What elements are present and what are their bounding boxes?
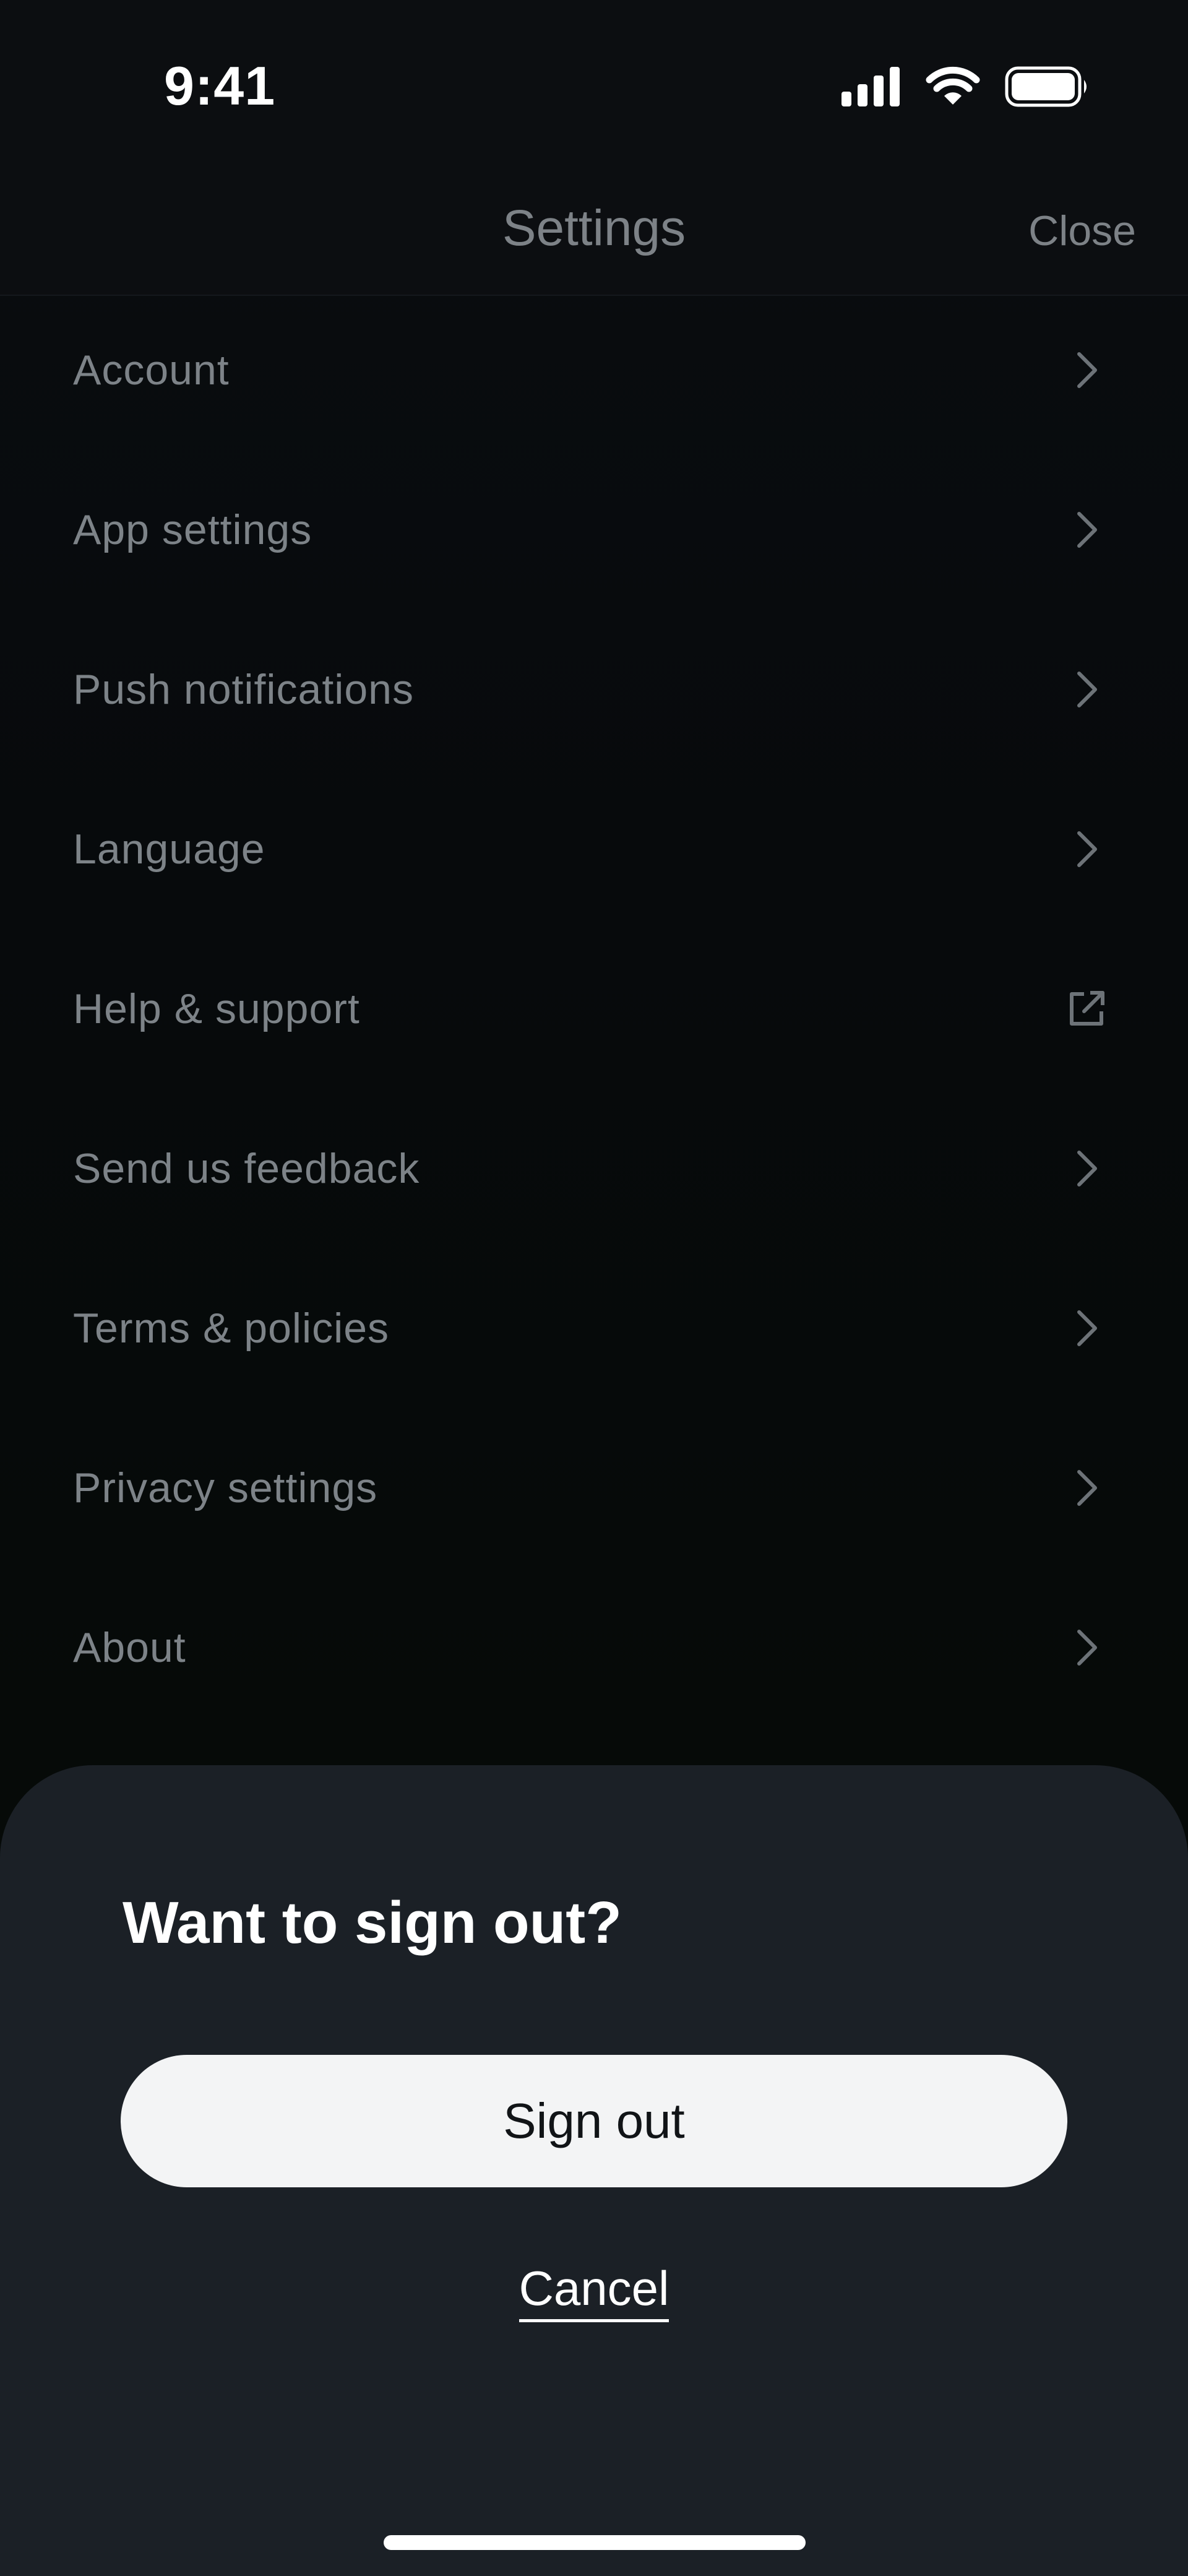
settings-item-push-notifications[interactable]: Push notifications [0,614,1188,774]
settings-item-label: Account [73,347,230,394]
settings-item-language[interactable]: Language [0,774,1188,933]
chevron-right-icon [1077,672,1097,707]
settings-item-terms-policies[interactable]: Terms & policies [0,1253,1188,1412]
chevron-right-icon [1077,1470,1097,1506]
settings-list: Account App settings Push notifications … [0,295,1188,1732]
home-indicator[interactable] [384,2535,806,2550]
settings-item-about[interactable]: About [0,1572,1188,1732]
chevron-right-icon [1077,1630,1097,1666]
cancel-button[interactable]: Cancel [0,2260,1188,2322]
close-button[interactable]: Close [1028,207,1136,255]
page-title: Settings [502,200,686,256]
settings-item-privacy-settings[interactable]: Privacy settings [0,1412,1188,1572]
status-time: 9:41 [164,55,276,116]
external-link-icon [1070,991,1104,1026]
settings-item-send-feedback[interactable]: Send us feedback [0,1093,1188,1253]
chevron-right-icon [1077,512,1097,548]
settings-item-label: About [73,1624,186,1671]
settings-item-help-support[interactable]: Help & support [0,933,1188,1093]
cancel-label: Cancel [519,2261,669,2322]
settings-item-label: Language [73,826,265,873]
chevron-right-icon [1077,1151,1097,1186]
cellular-signal-icon [842,67,900,106]
settings-item-account[interactable]: Account [0,295,1188,454]
settings-item-label: Push notifications [73,666,414,713]
sign-out-button[interactable]: Sign out [121,2055,1067,2187]
battery-icon [1005,66,1087,107]
chevron-right-icon [1077,831,1097,867]
sign-out-sheet: Want to sign out? Sign out Cancel [0,1765,1188,2576]
status-icons [842,62,1089,111]
chevron-right-icon [1077,1310,1097,1346]
status-bar: 9:41 [0,0,1188,173]
settings-screen: 9:41 Settings Close Account App settings… [0,0,1188,2576]
wifi-icon [926,66,980,105]
settings-item-app-settings[interactable]: App settings [0,454,1188,614]
settings-item-label: Terms & policies [73,1305,390,1352]
sheet-title: Want to sign out? [123,1890,622,1956]
settings-item-label: Privacy settings [73,1464,378,1511]
settings-item-label: Help & support [73,985,360,1032]
chevron-right-icon [1077,352,1097,388]
navigation-header: Settings Close [0,173,1188,296]
settings-item-label: App settings [73,506,312,553]
settings-item-label: Send us feedback [73,1145,420,1192]
